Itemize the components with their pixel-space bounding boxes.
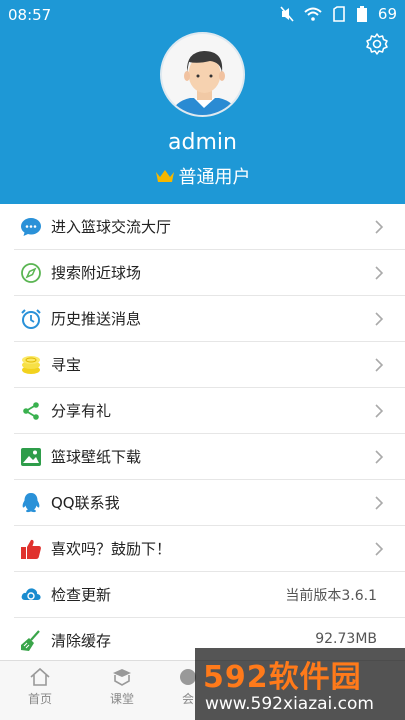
username: admin <box>168 130 237 155</box>
watermark-url: www.592xiazai.com <box>205 694 374 714</box>
menu-item-label: 进入篮球交流大厅 <box>51 218 172 236</box>
menu-item-share[interactable]: 分享有礼 <box>14 388 405 434</box>
menu-item-label: 寻宝 <box>51 356 82 374</box>
menu-item-check-update[interactable]: 检查更新 当前版本3.6.1 <box>14 572 405 618</box>
tab-label: 首页 <box>27 692 52 706</box>
sim-icon <box>333 6 345 22</box>
menu-item-label: 喜欢吗？鼓励下！ <box>51 540 172 558</box>
mute-icon <box>280 6 294 22</box>
coins-icon <box>22 356 40 374</box>
chat-bubble-icon <box>21 218 41 236</box>
menu-item-treasure[interactable]: 寻宝 <box>14 342 405 388</box>
chevron-right-icon <box>375 220 384 234</box>
profile-header: 08:57 69 admin 普通用户 <box>0 0 405 204</box>
home-icon <box>30 667 50 686</box>
user-avatar-icon <box>170 51 239 115</box>
app-version: 当前版本3.6.1 <box>285 588 377 604</box>
menu-item-label: 历史推送消息 <box>51 310 142 328</box>
settings-menu: 进入篮球交流大厅 搜索附近球场 历史推送消息 寻宝 分享有礼 篮球壁纸下载 QQ… <box>0 204 405 664</box>
update-icon <box>21 588 41 600</box>
watermark-brand: 592软件园 <box>203 660 362 695</box>
status-bar: 08:57 69 <box>0 0 405 30</box>
tab-home[interactable]: 首页 <box>10 667 70 707</box>
menu-item-encourage[interactable]: 喜欢吗？鼓励下！ <box>14 526 405 572</box>
thumbs-up-icon <box>21 539 41 559</box>
settings-gear-icon[interactable] <box>365 32 389 56</box>
chevron-right-icon <box>375 496 384 510</box>
menu-item-label: 清除缓存 <box>51 632 112 650</box>
cache-size: 92.73MB <box>315 631 377 647</box>
alarm-clock-icon <box>21 309 41 329</box>
tab-classroom[interactable]: 课堂 <box>92 667 152 707</box>
chevron-right-icon <box>375 358 384 372</box>
broom-icon <box>21 630 40 651</box>
battery-icon <box>356 6 367 22</box>
share-icon <box>23 402 39 420</box>
chevron-right-icon <box>375 542 384 556</box>
user-role: 普通用户 <box>0 163 405 189</box>
tab-label: 会 <box>181 692 194 706</box>
menu-item-wallpaper[interactable]: 篮球壁纸下载 <box>14 434 405 480</box>
menu-item-label: 检查更新 <box>51 586 112 604</box>
tab-label: 课堂 <box>109 692 134 706</box>
menu-item-label: 分享有礼 <box>51 402 112 420</box>
menu-item-basketball-hall[interactable]: 进入篮球交流大厅 <box>14 204 405 250</box>
menu-item-push-history[interactable]: 历史推送消息 <box>14 296 405 342</box>
chevron-right-icon <box>375 450 384 464</box>
image-icon <box>21 448 41 466</box>
status-time: 08:57 <box>8 6 52 24</box>
chevron-right-icon <box>375 404 384 418</box>
crown-icon <box>155 170 174 182</box>
chevron-right-icon <box>375 312 384 326</box>
wifi-icon <box>304 7 322 21</box>
chevron-right-icon <box>375 266 384 280</box>
menu-item-label: 搜索附近球场 <box>51 264 142 282</box>
menu-item-label: QQ联系我 <box>51 494 120 512</box>
user-role-label: 普通用户 <box>178 167 251 188</box>
qq-icon <box>22 493 40 513</box>
menu-item-nearby-courts[interactable]: 搜索附近球场 <box>14 250 405 296</box>
watermark-overlay: 592软件园 www.592xiazai.com <box>195 648 405 720</box>
menu-item-qq-contact[interactable]: QQ联系我 <box>14 480 405 526</box>
battery-level: 69 <box>377 5 397 23</box>
compass-icon <box>21 263 41 283</box>
classroom-icon <box>113 669 131 686</box>
menu-item-label: 篮球壁纸下载 <box>51 448 142 466</box>
avatar[interactable] <box>160 32 245 117</box>
